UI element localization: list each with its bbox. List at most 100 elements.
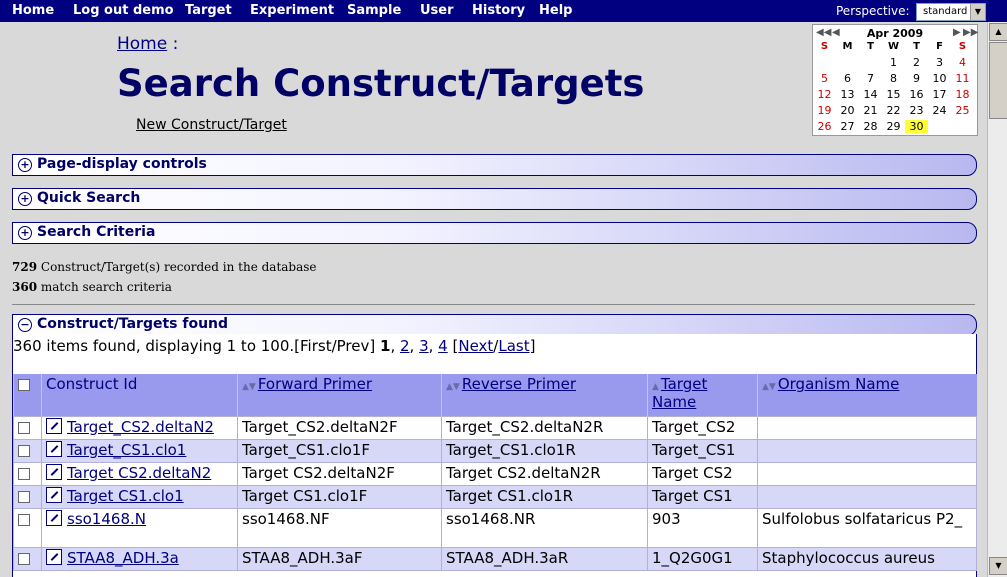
menu-target[interactable]: Target bbox=[185, 3, 232, 18]
calendar-day[interactable]: 29 bbox=[882, 120, 905, 133]
calendar-day[interactable]: 4 bbox=[951, 56, 974, 69]
calendar-day[interactable]: 21 bbox=[859, 104, 882, 117]
calendar-day[interactable]: 16 bbox=[905, 88, 928, 101]
menu-home[interactable]: Home bbox=[12, 3, 54, 18]
vertical-scrollbar[interactable]: ▲ ▼ bbox=[987, 22, 1007, 577]
row-checkbox[interactable] bbox=[18, 445, 30, 457]
scroll-thumb[interactable] bbox=[989, 42, 1007, 119]
row-checkbox[interactable] bbox=[18, 422, 30, 434]
sort-link-target-name[interactable]: Target Name bbox=[652, 375, 707, 411]
sort-link-reverse-primer[interactable]: Reverse Primer bbox=[462, 375, 576, 393]
sort-icon[interactable]: ▲▼ bbox=[762, 382, 776, 392]
select-all-checkbox[interactable] bbox=[18, 379, 30, 391]
calendar-day[interactable]: 15 bbox=[882, 88, 905, 101]
last-link[interactable]: Last bbox=[498, 337, 529, 355]
calendar-day[interactable]: 10 bbox=[928, 72, 951, 85]
construct-id-link[interactable]: Target_CS1.clo1 bbox=[67, 441, 186, 459]
row-checkbox[interactable] bbox=[18, 514, 30, 526]
page-link-4[interactable]: 4 bbox=[438, 337, 448, 355]
target-name-cell: Target CS2 bbox=[647, 462, 758, 486]
section-label: Quick Search bbox=[37, 190, 141, 206]
calendar-day[interactable]: 11 bbox=[951, 72, 974, 85]
calendar-day[interactable]: 25 bbox=[951, 104, 974, 117]
calendar-day[interactable]: 30 bbox=[905, 120, 928, 133]
calendar-day[interactable]: 27 bbox=[836, 120, 859, 133]
calendar-day[interactable]: 22 bbox=[882, 104, 905, 117]
calendar-day[interactable]: 6 bbox=[836, 72, 859, 85]
next-month-icon[interactable]: ▶ bbox=[953, 27, 961, 38]
calendar-day[interactable]: 3 bbox=[928, 56, 951, 69]
calendar-day[interactable]: 20 bbox=[836, 104, 859, 117]
construct-id-link[interactable]: Target_CS2.deltaN2 bbox=[67, 418, 214, 436]
row-checkbox[interactable] bbox=[18, 468, 30, 480]
construct-id-cell: Target_CS2.deltaN2 bbox=[41, 416, 238, 440]
calendar-day[interactable]: 5 bbox=[813, 72, 836, 85]
results-section-header[interactable]: − Construct/Targets found bbox=[12, 314, 977, 336]
menu-help[interactable]: Help bbox=[539, 3, 572, 18]
construct-id-link[interactable]: Target CS2.deltaN2 bbox=[67, 464, 211, 482]
total-count-text: Construct/Target(s) recorded in the data… bbox=[40, 260, 317, 274]
col-header-organism-name: ▲▼ Organism Name bbox=[757, 374, 977, 417]
row-select-cell bbox=[13, 485, 42, 509]
divider bbox=[12, 304, 975, 305]
sort-icon[interactable]: ▲▼ bbox=[242, 382, 256, 392]
col-header-construct-id: Construct Id bbox=[41, 374, 238, 417]
calendar-day[interactable]: 14 bbox=[859, 88, 882, 101]
table-row: Target CS2.deltaN2 Target CS2.deltaN2F Tar… bbox=[13, 462, 977, 486]
calendar-day[interactable]: 28 bbox=[859, 120, 882, 133]
menu-history[interactable]: History bbox=[472, 3, 525, 18]
edit-icon[interactable] bbox=[46, 418, 62, 434]
forward-primer-cell: Target CS1.clo1F bbox=[237, 485, 442, 509]
row-select-cell bbox=[13, 508, 42, 548]
row-checkbox[interactable] bbox=[18, 553, 30, 565]
edit-icon[interactable] bbox=[46, 464, 62, 480]
organism-name-cell: Sulfolobus solfataricus P2_ bbox=[757, 508, 977, 548]
construct-id-link[interactable]: Target CS1.clo1 bbox=[67, 487, 184, 505]
edit-icon[interactable] bbox=[46, 487, 62, 503]
calendar-day[interactable]: 26 bbox=[813, 120, 836, 133]
breadcrumb-home-link[interactable]: Home bbox=[117, 34, 167, 54]
calendar-day[interactable]: 1 bbox=[882, 56, 905, 69]
calendar-day[interactable]: 7 bbox=[859, 72, 882, 85]
calendar-day[interactable]: 2 bbox=[905, 56, 928, 69]
edit-icon[interactable] bbox=[46, 549, 62, 565]
calendar-day[interactable]: 12 bbox=[813, 88, 836, 101]
sort-link-forward-primer[interactable]: Forward Primer bbox=[258, 375, 372, 393]
table-row: sso1468.N sso1468.NF sso1468.NR 903 Sulfolob… bbox=[13, 508, 977, 548]
menu-log-out[interactable]: Log out demo bbox=[73, 3, 174, 18]
scroll-down-icon[interactable]: ▼ bbox=[989, 557, 1007, 575]
sort-link-organism-name[interactable]: Organism Name bbox=[778, 375, 900, 393]
next-year-icon[interactable]: ▶▶ bbox=[963, 27, 978, 38]
construct-id-link[interactable]: STAA8_ADH.3a bbox=[67, 549, 179, 567]
next-link[interactable]: Next bbox=[458, 337, 493, 355]
search-criteria-section[interactable]: + Search Criteria bbox=[12, 222, 977, 244]
construct-id-link[interactable]: sso1468.N bbox=[67, 510, 146, 528]
new-construct-target-link[interactable]: New Construct/Target bbox=[136, 117, 287, 133]
edit-icon[interactable] bbox=[46, 510, 62, 526]
calendar-day[interactable]: 13 bbox=[836, 88, 859, 101]
calendar-day[interactable]: 9 bbox=[905, 72, 928, 85]
menu-sample[interactable]: Sample bbox=[347, 3, 401, 18]
calendar-day[interactable]: 19 bbox=[813, 104, 836, 117]
calendar-day[interactable]: 24 bbox=[928, 104, 951, 117]
top-menu-bar: Home Log out demo Target Experiment Samp… bbox=[0, 0, 1007, 22]
calendar-day[interactable]: 8 bbox=[882, 72, 905, 85]
perspective-select[interactable]: standard ▼ bbox=[916, 3, 986, 21]
calendar-day[interactable]: 17 bbox=[928, 88, 951, 101]
sort-icon[interactable]: ▲▼ bbox=[446, 382, 460, 392]
page-link-2[interactable]: 2 bbox=[400, 337, 410, 355]
menu-user[interactable]: User bbox=[420, 3, 454, 18]
calendar-day[interactable]: 18 bbox=[951, 88, 974, 101]
page-link-3[interactable]: 3 bbox=[419, 337, 429, 355]
row-checkbox[interactable] bbox=[18, 491, 30, 503]
results-table: Construct Id ▲▼ Forward Primer ▲▼ Reverse … bbox=[13, 374, 977, 571]
menu-experiment[interactable]: Experiment bbox=[250, 3, 334, 18]
sort-icon[interactable]: ▲ bbox=[652, 382, 659, 392]
page-display-controls-section[interactable]: + Page-display controls bbox=[12, 154, 977, 176]
reverse-primer-cell: Target_CS1.clo1R bbox=[441, 439, 648, 463]
calendar-day[interactable]: 23 bbox=[905, 104, 928, 117]
edit-icon[interactable] bbox=[46, 441, 62, 457]
construct-id-cell: Target CS2.deltaN2 bbox=[41, 462, 238, 486]
quick-search-section[interactable]: + Quick Search bbox=[12, 188, 977, 210]
scroll-up-icon[interactable]: ▲ bbox=[989, 23, 1007, 41]
